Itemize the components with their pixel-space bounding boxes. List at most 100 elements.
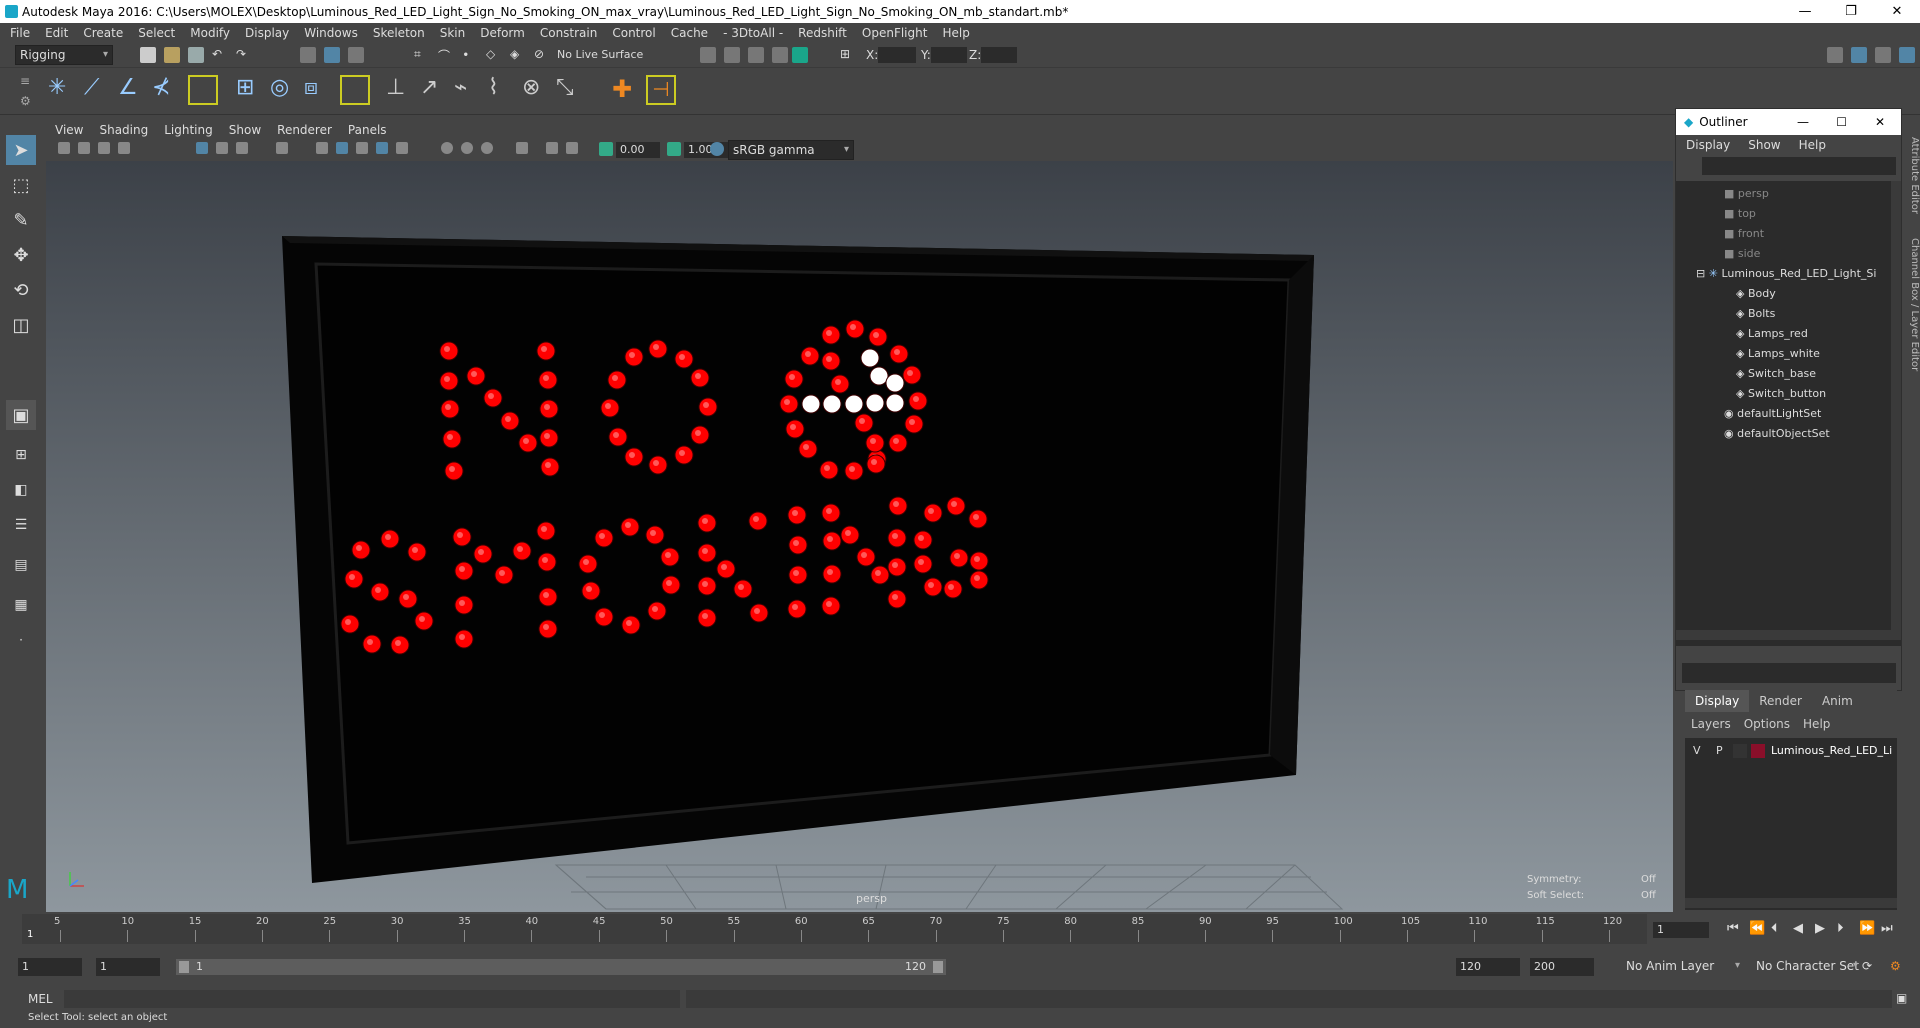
single-view-icon[interactable]: ▣ — [6, 400, 36, 430]
menu-cache[interactable]: Cache — [671, 26, 708, 40]
side-by-side-icon[interactable]: ◧ — [6, 475, 36, 505]
panel-menu-view[interactable]: View — [55, 123, 83, 137]
outliner-item-persp[interactable]: ■ persp — [1724, 185, 1769, 203]
ik-fk-icon[interactable]: ✚ — [612, 75, 640, 103]
layer-menu-layers[interactable]: Layers — [1691, 717, 1731, 731]
outliner-search-input[interactable] — [1702, 157, 1896, 175]
layer-menu-help[interactable]: Help — [1803, 717, 1830, 731]
more-layouts-icon[interactable]: · — [6, 625, 36, 655]
range-handle-end[interactable] — [933, 961, 943, 973]
snap-grid-icon[interactable]: ⌗ — [414, 47, 430, 63]
auto-key-icon[interactable]: ⟳ — [1862, 959, 1878, 975]
viewport-3d[interactable]: persp Symmetry: Off Soft Select: Off M — [6, 161, 1673, 912]
smooth-bind-icon[interactable]: ◎ — [270, 75, 298, 103]
channel-box-icon[interactable] — [1899, 47, 1915, 63]
outliner-vscrollbar[interactable] — [1891, 181, 1901, 630]
tab-render[interactable]: Render — [1749, 690, 1812, 712]
snap-point-icon[interactable]: ∙ — [462, 47, 478, 63]
select-component-icon[interactable] — [348, 47, 364, 63]
mel-label[interactable]: MEL — [28, 992, 53, 1006]
resolution-gate-icon[interactable] — [236, 142, 248, 154]
xray-joints-icon[interactable] — [566, 142, 578, 154]
layer-hscrollbar[interactable] — [1685, 898, 1897, 908]
save-scene-icon[interactable] — [188, 47, 204, 63]
outliner-item-default-object-set[interactable]: ◉ defaultObjectSet — [1724, 425, 1830, 443]
panel-menu-panels[interactable]: Panels — [348, 123, 387, 137]
step-forward-icon[interactable]: ⏩ — [1859, 921, 1881, 936]
x-field[interactable] — [878, 47, 916, 63]
outliner-item-default-light-set[interactable]: ◉ defaultLightSet — [1724, 405, 1821, 423]
layer-playback-toggle[interactable]: P — [1716, 744, 1723, 757]
collapse-icon[interactable]: ⊟ — [1696, 267, 1709, 280]
outliner-item-switch-base[interactable]: ◈ Switch_base — [1736, 365, 1816, 383]
panel-menu-lighting[interactable]: Lighting — [164, 123, 213, 137]
command-input[interactable] — [64, 990, 680, 1008]
layer-color-swatch[interactable] — [1751, 744, 1765, 758]
menu-3dtoall[interactable]: - 3DtoAll - — [723, 26, 783, 40]
ik-spline-icon[interactable]: ∠ — [118, 75, 146, 103]
color-management-icon[interactable] — [710, 142, 724, 156]
shelf-menu-icon[interactable]: ≡ — [20, 74, 36, 90]
hypershade-persp-icon[interactable]: ▦ — [6, 590, 36, 620]
outliner-menu-show[interactable]: Show — [1748, 138, 1780, 152]
grid-icon[interactable] — [196, 142, 208, 154]
select-hierarchy-icon[interactable] — [300, 47, 316, 63]
open-scene-icon[interactable] — [164, 47, 180, 63]
camera-select-icon[interactable] — [58, 142, 70, 154]
smooth-shade-icon[interactable] — [336, 142, 348, 154]
color-space-dropdown[interactable]: sRGB gamma — [728, 140, 854, 160]
menu-modify[interactable]: Modify — [190, 26, 230, 40]
outliner-item-body[interactable]: ◈ Body — [1736, 285, 1776, 303]
ambient-occlusion-icon[interactable] — [441, 142, 453, 154]
exposure-icon[interactable] — [599, 142, 613, 156]
constraint-scale-icon[interactable]: ⊗ — [522, 75, 550, 103]
range-slider[interactable]: 1 120 — [176, 959, 946, 975]
y-field[interactable] — [931, 47, 967, 63]
xray-icon[interactable] — [546, 142, 558, 154]
menu-skin[interactable]: Skin — [440, 26, 466, 40]
outliner-close-button[interactable]: ✕ — [1875, 115, 1885, 129]
time-slider-track[interactable]: 1 5 10 15 20 25 30 35 40 45 50 55 60 65 70 75 80 85 90 95 1… — [22, 914, 1647, 944]
range-handle-start[interactable] — [179, 961, 189, 973]
constraint-orient-icon[interactable]: ⌇ — [488, 75, 516, 103]
tab-anim[interactable]: Anim — [1812, 690, 1863, 712]
pole-vector-icon[interactable]: ⊣ — [646, 75, 676, 105]
tab-display[interactable]: Display — [1685, 690, 1750, 712]
film-gate-icon[interactable] — [216, 142, 228, 154]
safe-action-icon[interactable] — [276, 142, 288, 154]
menu-windows[interactable]: Windows — [304, 26, 358, 40]
camera-attr-icon[interactable] — [78, 142, 90, 154]
close-button[interactable]: ✕ — [1874, 0, 1920, 23]
layer-visibility-toggle[interactable]: V — [1693, 744, 1701, 757]
exposure-field[interactable]: 0.00 — [616, 142, 660, 158]
attribute-editor-icon[interactable] — [1851, 47, 1867, 63]
outliner-item-bolts[interactable]: ◈ Bolts — [1736, 305, 1775, 323]
bind-skin-icon[interactable]: ⊞ — [236, 75, 264, 103]
layer-row[interactable]: V P Luminous_Red_LED_Li — [1685, 742, 1897, 760]
outliner-minimize-button[interactable]: — — [1797, 115, 1809, 129]
undo-icon[interactable]: ↶ — [212, 47, 228, 63]
go-to-end-icon[interactable]: ⏭ — [1881, 921, 1903, 936]
bookmark-icon[interactable] — [98, 142, 110, 154]
outliner-item-top[interactable]: ■ top — [1724, 205, 1756, 223]
select-object-icon[interactable] — [324, 47, 340, 63]
outliner-item-switch-button[interactable]: ◈ Switch_button — [1736, 385, 1826, 403]
constraint-aim-icon[interactable]: ⌁ — [454, 75, 482, 103]
outliner-hscrollbar[interactable] — [1676, 630, 1901, 640]
ipr-render-icon[interactable] — [748, 47, 764, 63]
menu-select[interactable]: Select — [138, 26, 175, 40]
menu-deform[interactable]: Deform — [480, 26, 525, 40]
go-to-start-icon[interactable]: ⏮ — [1727, 921, 1749, 936]
insert-joint-icon[interactable]: ⊀ — [152, 75, 180, 103]
gamma-icon[interactable] — [667, 142, 681, 156]
wireframe-icon[interactable] — [316, 142, 328, 154]
layer-type-toggle[interactable] — [1733, 744, 1747, 758]
menu-create[interactable]: Create — [83, 26, 123, 40]
character-set-dropdown[interactable]: No Character Set — [1752, 957, 1862, 977]
playback-end-field[interactable]: 120 — [1456, 958, 1520, 976]
restore-button[interactable]: ❐ — [1828, 0, 1874, 23]
menu-redshift[interactable]: Redshift — [798, 26, 847, 40]
menu-control[interactable]: Control — [612, 26, 655, 40]
move-tool-icon[interactable]: ✥ — [6, 240, 36, 270]
menu-display[interactable]: Display — [245, 26, 289, 40]
